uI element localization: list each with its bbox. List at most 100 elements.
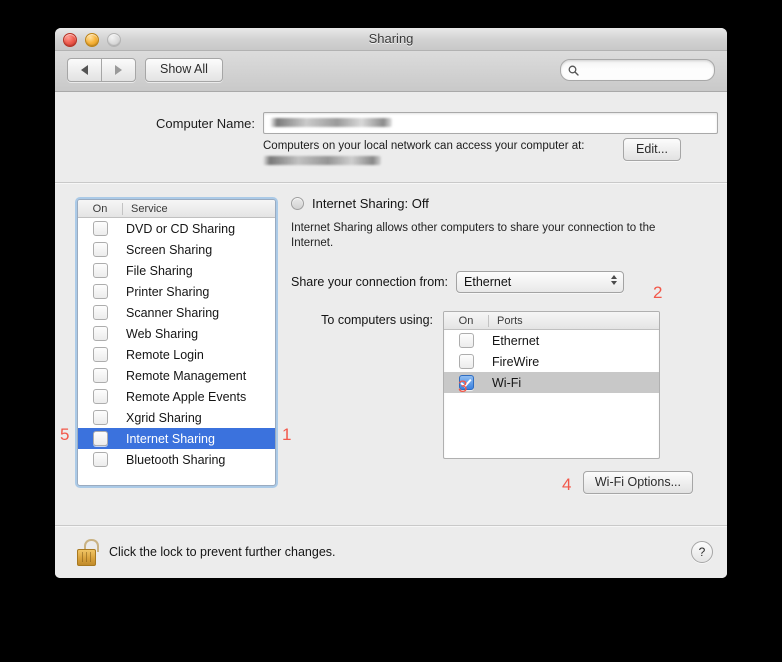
service-checkbox[interactable] [92, 242, 108, 257]
service-row[interactable]: Screen Sharing [78, 239, 275, 260]
service-label: Web Sharing [126, 326, 199, 341]
forward-arrow-icon [115, 65, 122, 75]
share-connection-label: Share your connection from: [291, 275, 449, 289]
service-row[interactable]: Printer Sharing [78, 281, 275, 302]
internet-sharing-description: Internet Sharing allows other computers … [291, 222, 656, 249]
service-checkbox-cell [78, 452, 122, 467]
service-checkbox-cell [78, 305, 122, 320]
help-button[interactable]: ? [691, 541, 713, 563]
annotation-number: 3 [458, 377, 468, 396]
service-checkbox[interactable] [92, 263, 108, 278]
port-label: Wi-Fi [492, 375, 522, 390]
service-label: DVD or CD Sharing [126, 221, 236, 236]
wifi-options-button[interactable]: Wi-Fi Options... [582, 471, 693, 494]
computer-name-input[interactable] [263, 112, 718, 134]
service-checkbox-cell [78, 431, 122, 446]
ports-row: To computers using: On Ports Ethernet Fir… [291, 311, 713, 459]
service-checkbox[interactable] [92, 389, 108, 404]
service-row[interactable]: Remote Apple Events [78, 386, 275, 407]
service-checkbox[interactable] [92, 221, 108, 236]
service-label: Screen Sharing [126, 242, 213, 257]
ports-header-ports: Ports [497, 314, 523, 327]
services-list-header: On Service [78, 200, 275, 218]
service-label: Bluetooth Sharing [126, 452, 226, 467]
service-checkbox[interactable] [92, 284, 108, 299]
annotation-number: 4 [562, 475, 572, 494]
service-label: Remote Apple Events [126, 389, 247, 404]
toolbar: Show All [55, 51, 727, 92]
service-checkbox[interactable] [92, 305, 108, 320]
service-checkbox-cell [78, 389, 122, 404]
forward-button[interactable] [101, 58, 136, 82]
service-row[interactable]: Xgrid Sharing [78, 407, 275, 428]
window-title: Sharing [368, 31, 414, 46]
port-row[interactable]: FireWire [444, 351, 659, 372]
service-checkbox-cell [78, 263, 122, 278]
internet-sharing-status-row: Internet Sharing: Off [291, 196, 713, 211]
service-row[interactable]: DVD or CD Sharing [78, 218, 275, 239]
show-all-button[interactable]: Show All [145, 58, 223, 82]
services-rows-container: DVD or CD Sharing Screen Sharing File Shar… [78, 218, 275, 470]
ports-list-header: On Ports [444, 312, 659, 330]
ports-list[interactable]: On Ports Ethernet FireWire Wi-Fi [443, 311, 660, 459]
annotation-number: 1 [282, 425, 292, 444]
wifi-options-row: Wi-Fi Options... [291, 471, 713, 494]
port-row[interactable]: Ethernet [444, 330, 659, 351]
service-row[interactable]: File Sharing [78, 260, 275, 281]
search-input[interactable] [583, 63, 697, 77]
lock-bar: Click the lock to prevent further change… [55, 526, 727, 578]
service-row[interactable]: Internet Sharing [78, 428, 275, 449]
service-checkbox-cell [78, 326, 122, 341]
port-label: Ethernet [492, 333, 540, 348]
share-connection-row: Share your connection from: Ethernet [291, 271, 713, 293]
service-checkbox-cell [78, 242, 122, 257]
service-checkbox[interactable] [92, 431, 108, 446]
service-label: Scanner Sharing [126, 305, 220, 320]
back-arrow-icon [81, 65, 88, 75]
service-checkbox[interactable] [92, 452, 108, 467]
service-checkbox-cell [78, 221, 122, 236]
service-label: Printer Sharing [126, 284, 210, 299]
port-row[interactable]: Wi-Fi [444, 372, 659, 393]
computer-name-redacted-value [270, 118, 392, 127]
local-network-info-text: Computers on your local network can acce… [263, 140, 585, 152]
screen-backdrop: Sharing Show All Computer Name: Computer… [0, 0, 782, 662]
services-list[interactable]: On Service DVD or CD Sharing Screen Shari… [77, 199, 276, 486]
share-connection-dropdown[interactable]: Ethernet [456, 271, 625, 293]
status-indicator-icon [291, 197, 304, 210]
service-row[interactable]: Scanner Sharing [78, 302, 275, 323]
internet-sharing-status-text: Internet Sharing: Off [312, 196, 429, 211]
service-checkbox[interactable] [92, 368, 108, 383]
annotation-number: 2 [653, 283, 663, 302]
ports-header-on: On [458, 314, 474, 327]
service-row[interactable]: Web Sharing [78, 323, 275, 344]
service-label: Xgrid Sharing [126, 410, 202, 425]
computer-name-row: Computer Name: [55, 112, 727, 134]
service-label: File Sharing [126, 263, 193, 278]
service-row[interactable]: Bluetooth Sharing [78, 449, 275, 470]
search-field[interactable] [560, 59, 715, 81]
ports-label: To computers using: [321, 313, 433, 327]
content-divider-top [55, 182, 727, 183]
service-checkbox[interactable] [92, 347, 108, 362]
unlocked-padlock-icon[interactable] [77, 539, 99, 566]
service-label: Remote Management [126, 368, 247, 383]
navigation-buttons [67, 58, 136, 82]
port-checkbox-cell [444, 354, 488, 369]
search-icon [568, 65, 579, 76]
service-label: Internet Sharing [126, 431, 215, 446]
service-row[interactable]: Remote Login [78, 344, 275, 365]
service-checkbox-cell [78, 347, 122, 362]
computer-name-label: Computer Name: [156, 115, 255, 131]
services-header-on: On [92, 202, 108, 215]
service-row[interactable]: Remote Management [78, 365, 275, 386]
share-connection-value: Ethernet [464, 275, 512, 289]
back-button[interactable] [67, 58, 101, 82]
service-checkbox[interactable] [92, 410, 108, 425]
service-checkbox[interactable] [92, 326, 108, 341]
edit-hostname-button[interactable]: Edit... [623, 138, 681, 161]
port-checkbox[interactable] [458, 354, 474, 369]
port-checkbox[interactable] [458, 333, 474, 348]
sharing-preferences-window: Sharing Show All Computer Name: Computer… [55, 28, 727, 578]
service-checkbox-cell [78, 284, 122, 299]
